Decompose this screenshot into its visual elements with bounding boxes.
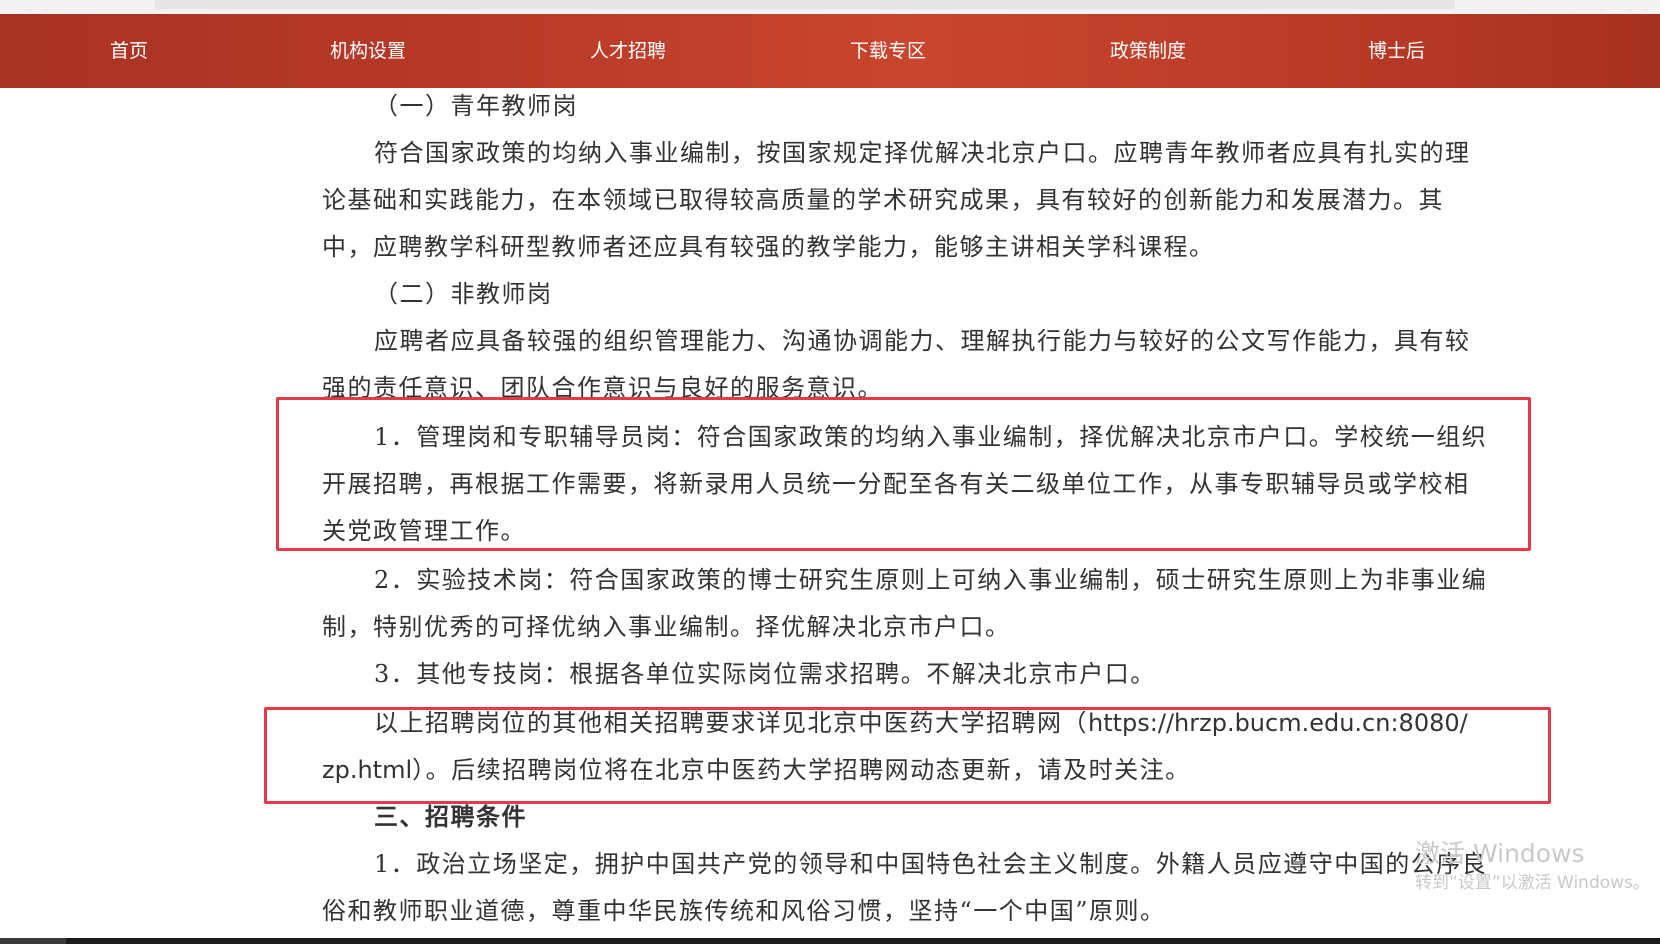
taskbar-edge [0, 938, 1660, 944]
paragraph-line: 3．其他专技岗：根据各单位实际岗位需求招聘。不解决北京市户口。 [374, 660, 1156, 688]
nav-item-home[interactable]: 首页 [110, 14, 148, 88]
nav-item-organization[interactable]: 机构设置 [330, 14, 406, 88]
highlight-box-management [276, 397, 1531, 551]
nav-item-downloads[interactable]: 下载专区 [850, 14, 926, 88]
paragraph-line: 符合国家政策的均纳入事业编制，按国家规定择优解决北京户口。应聘青年教师者应具有扎… [374, 139, 1471, 167]
paragraph-line: 应聘者应具备较强的组织管理能力、沟通协调能力、理解执行能力与较好的公文写作能力，… [374, 327, 1471, 355]
browser-address-area [155, 0, 1455, 9]
nav-item-recruitment[interactable]: 人才招聘 [590, 14, 666, 88]
paragraph-line: 俗和教师职业道德，尊重中华民族传统和风俗习惯，坚持“一个中国”原则。 [322, 897, 1166, 925]
main-navbar: 首页 机构设置 人才招聘 下载专区 政策制度 博士后 [0, 14, 1660, 88]
paragraph-line: 论基础和实践能力，在本领域已取得较高质量的学术研究成果，具有较好的创新能力和发展… [322, 186, 1444, 214]
paragraph-line: 1．政治立场坚定，拥护中国共产党的领导和中国特色社会主义制度。外籍人员应遵守中国… [374, 850, 1488, 878]
browser-top-strip [0, 0, 1660, 14]
highlight-box-link [264, 707, 1551, 804]
section-heading-non-teacher: （二）非教师岗 [374, 280, 553, 308]
paragraph-line: 中，应聘教学科研型教师者还应具有较强的教学能力，能够主讲相关学科课程。 [322, 233, 1215, 261]
paragraph-line: 制，特别优秀的可择优纳入事业编制。择优解决北京市户口。 [322, 613, 1011, 641]
windows-activation-title: 激活 Windows [1415, 839, 1585, 868]
paragraph-line: 2．实验技术岗：符合国家政策的博士研究生原则上可纳入事业编制，硕士研究生原则上为… [374, 566, 1488, 594]
taskbar-start-area [0, 938, 66, 944]
section-heading-conditions: 三、招聘条件 [374, 802, 527, 831]
section-heading-young-teacher: （一）青年教师岗 [374, 92, 578, 120]
nav-item-postdoc[interactable]: 博士后 [1368, 14, 1425, 88]
windows-activation-subtitle: 转到“设置”以激活 Windows。 [1415, 873, 1650, 893]
nav-item-policies[interactable]: 政策制度 [1110, 14, 1186, 88]
